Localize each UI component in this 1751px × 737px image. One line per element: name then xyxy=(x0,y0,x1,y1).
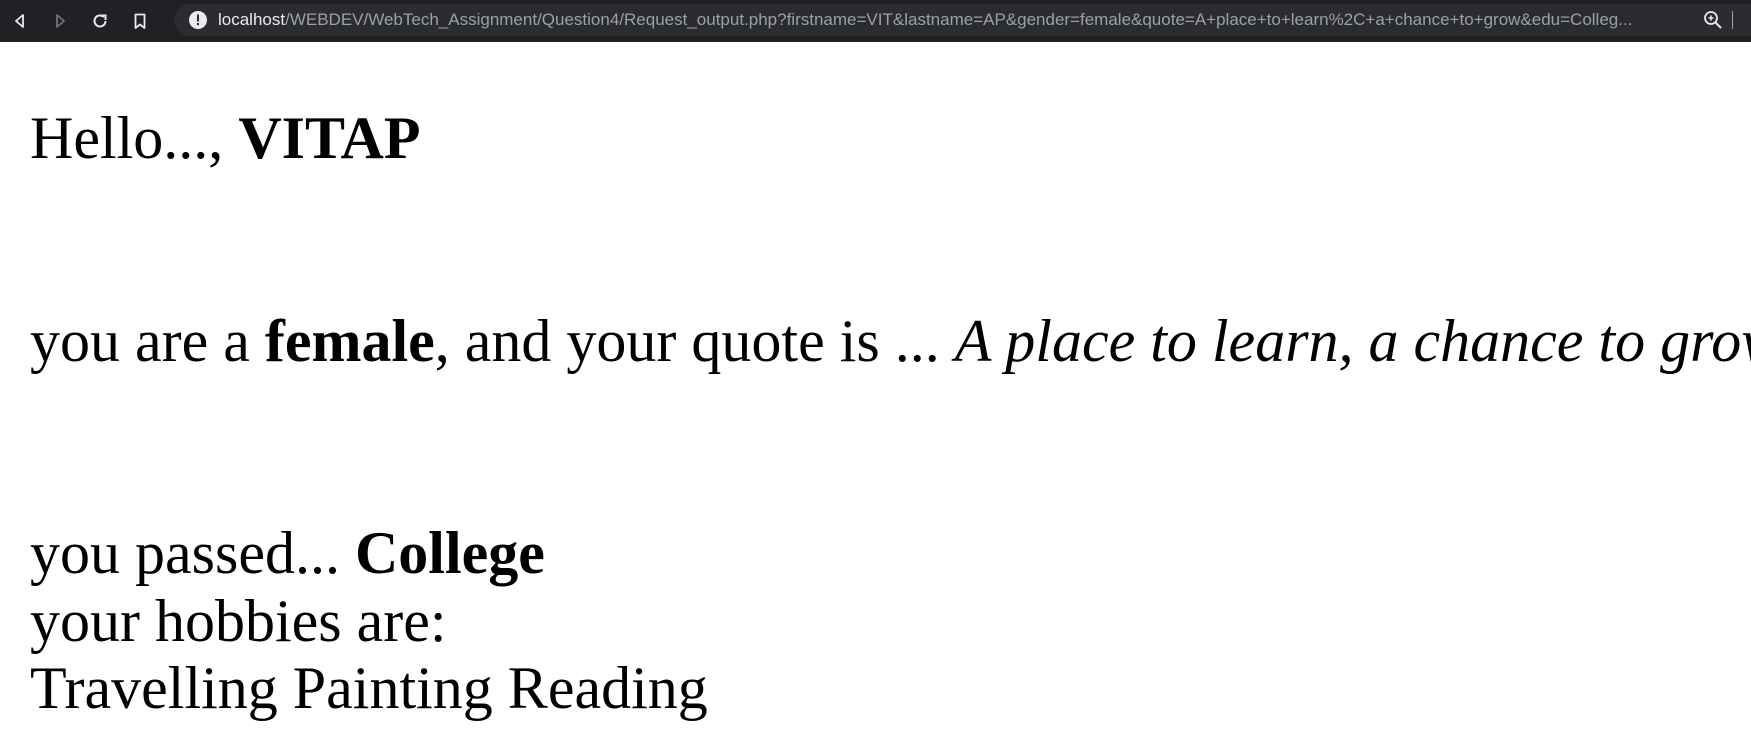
gender-prefix: you are a xyxy=(30,308,265,374)
education-prefix: you passed... xyxy=(30,520,355,586)
education-value: College xyxy=(354,520,545,586)
bookmark-button[interactable] xyxy=(120,0,160,42)
education-line: you passed... College xyxy=(30,519,545,587)
url-path: /WEBDEV/WebTech_Assignment/Question4/Req… xyxy=(285,10,1633,29)
zoom-icon[interactable] xyxy=(1702,9,1724,31)
quote-intro: , and your quote is ... xyxy=(434,308,955,374)
back-button[interactable] xyxy=(0,0,40,42)
url-text[interactable]: localhost/WEBDEV/WebTech_Assignment/Ques… xyxy=(218,4,1690,36)
hobbies-label: your hobbies are: xyxy=(30,588,447,654)
forward-arrow-icon xyxy=(56,14,65,28)
bookmark-icon xyxy=(134,13,146,29)
browser-toolbar: localhost/WEBDEV/WebTech_Assignment/Ques… xyxy=(0,0,1751,42)
greeting-prefix: Hello..., xyxy=(30,105,239,171)
reload-button[interactable] xyxy=(80,0,120,42)
greeting-name: VITAP xyxy=(238,105,421,171)
url-host: localhost xyxy=(218,10,286,29)
reload-icon xyxy=(93,14,107,28)
address-bar[interactable]: localhost/WEBDEV/WebTech_Assignment/Ques… xyxy=(174,4,1751,36)
address-bar-divider xyxy=(1732,11,1733,29)
back-arrow-icon xyxy=(15,14,24,28)
site-info-icon[interactable] xyxy=(188,10,208,30)
forward-button[interactable] xyxy=(40,0,80,42)
hobbies-list: Travelling Painting Reading xyxy=(30,655,708,721)
quote-text: A place to learn, a chance to grow xyxy=(954,308,1751,374)
gender-value: female xyxy=(264,308,435,374)
gender-quote-line: you are a female, and your quote is ... … xyxy=(30,307,1751,375)
greeting-line: Hello..., VITAP xyxy=(30,104,421,172)
